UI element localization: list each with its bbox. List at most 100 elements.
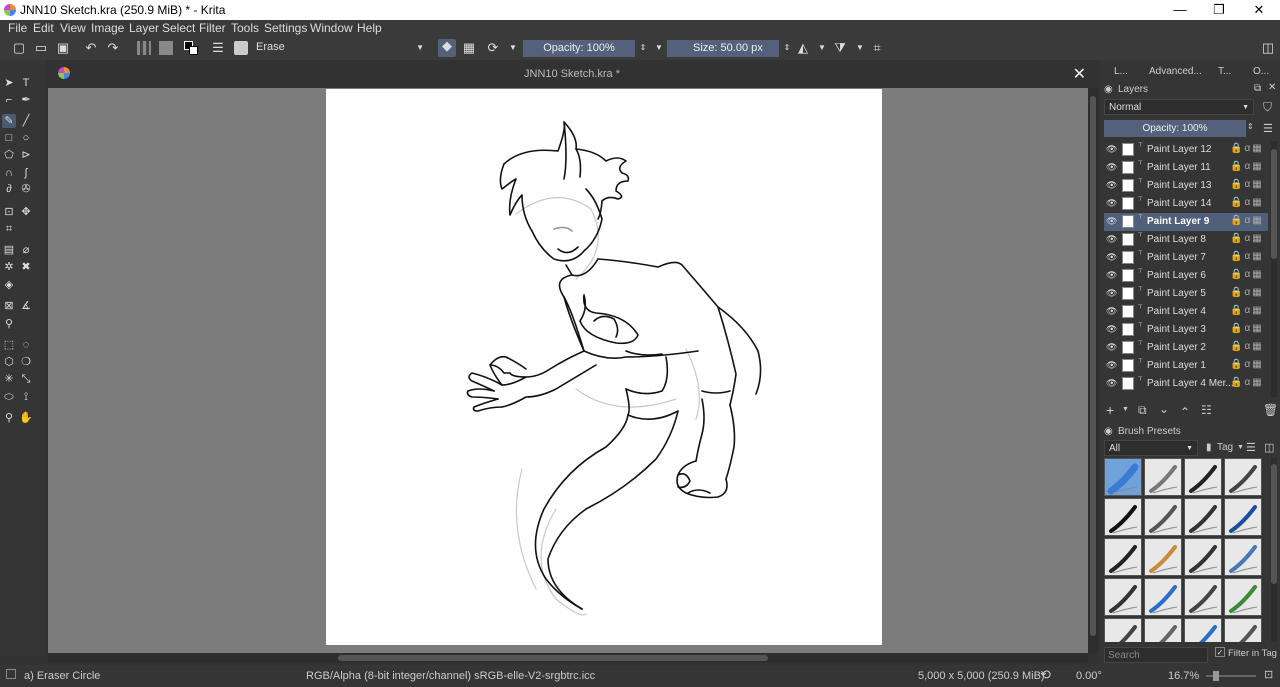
layer-row[interactable]: 👁 ⸆ Paint Layer 1 🔒α▦ bbox=[1104, 357, 1268, 375]
eye-visibility-icon[interactable]: 👁 bbox=[1106, 252, 1117, 262]
drawing-canvas[interactable] bbox=[326, 89, 882, 645]
ellipse-tool-icon[interactable]: ○ bbox=[19, 131, 33, 145]
size-slider[interactable]: Size: 50.00 px bbox=[667, 40, 779, 57]
chevron-down-icon[interactable]: ▼ bbox=[853, 41, 867, 55]
menu-select[interactable]: Select bbox=[162, 21, 195, 35]
calligraphy-icon[interactable]: ✒ bbox=[19, 93, 33, 107]
rect-select-icon[interactable]: ⬚ bbox=[2, 338, 16, 352]
preset-scrollbar[interactable] bbox=[1271, 458, 1277, 642]
layer-row[interactable]: 👁 ⸆ Paint Layer 8 🔒α▦ bbox=[1104, 231, 1268, 249]
layer-flags-icons[interactable]: 🔒α▦ bbox=[1230, 251, 1264, 262]
spinner-arrows-icon[interactable]: ⇕ bbox=[1247, 122, 1254, 131]
maximize-button[interactable]: ❐ bbox=[1209, 2, 1229, 18]
grid-view-icon[interactable]: ◫ bbox=[1264, 441, 1274, 454]
layer-flags-icons[interactable]: 🔒α▦ bbox=[1230, 179, 1264, 190]
chevron-down-icon[interactable]: ▼ bbox=[815, 41, 829, 55]
spinner-arrows-icon[interactable]: ⇕ bbox=[636, 41, 650, 55]
eye-visibility-icon[interactable]: 👁 bbox=[1106, 162, 1117, 172]
eye-visibility-icon[interactable]: 👁 bbox=[1106, 306, 1117, 316]
layer-flags-icons[interactable]: 🔒α▦ bbox=[1230, 377, 1264, 388]
eraser-mode-icon[interactable]: ◆ bbox=[438, 39, 456, 57]
dynamic-brush-icon[interactable]: ∂ bbox=[2, 182, 16, 196]
tag-icon[interactable]: ▮ bbox=[1206, 442, 1212, 453]
crop-tool-icon[interactable]: ⌗ bbox=[2, 222, 16, 236]
list-view-icon[interactable]: ☰ bbox=[1246, 441, 1256, 454]
workspace-icon[interactable]: ◫ bbox=[1261, 41, 1275, 55]
brush-preset-eraser-selected[interactable] bbox=[1104, 458, 1142, 496]
contiguous-select-icon[interactable]: ✳ bbox=[2, 372, 16, 386]
selection-indicator-icon[interactable] bbox=[6, 669, 16, 679]
select-shapes-icon[interactable]: ➤ bbox=[2, 76, 16, 90]
magnetic-select-icon[interactable]: ⟟ bbox=[19, 390, 33, 404]
spinner-arrows-icon[interactable]: ⇕ bbox=[780, 41, 794, 55]
layer-row[interactable]: 👁 ⸆ Paint Layer 6 🔒α▦ bbox=[1104, 267, 1268, 285]
edit-shapes-icon[interactable]: ⌐ bbox=[2, 93, 16, 107]
layer-row[interactable]: 👁 ⸆ Paint Layer 9 🔒α▦ bbox=[1104, 213, 1268, 231]
delete-layer-icon[interactable]: 🗑 bbox=[1263, 403, 1278, 417]
add-layer-icon[interactable]: + bbox=[1106, 402, 1114, 418]
image-size-status[interactable]: 5,000 x 5,000 (250.9 MiB) bbox=[918, 670, 1045, 682]
close-icon[interactable]: ✕ bbox=[1073, 64, 1086, 84]
tab-tool-options[interactable]: T... bbox=[1218, 66, 1231, 77]
rotate-canvas-icon[interactable]: ⟲ bbox=[1040, 667, 1051, 683]
eye-visibility-icon[interactable]: 👁 bbox=[1106, 324, 1117, 334]
menu-window[interactable]: Window bbox=[310, 21, 353, 35]
brush-preset-tile[interactable] bbox=[1184, 618, 1222, 642]
brush-preset-tile[interactable] bbox=[1104, 618, 1142, 642]
undo-icon[interactable]: ↶ bbox=[84, 41, 98, 55]
menu-filter[interactable]: Filter bbox=[199, 21, 226, 35]
reference-images-icon[interactable]: ⚲ bbox=[2, 317, 16, 331]
layer-flags-icons[interactable]: 🔒α▦ bbox=[1230, 269, 1264, 280]
brush-preset-tile[interactable] bbox=[1144, 578, 1182, 616]
layer-opacity-slider[interactable]: Opacity: 100% bbox=[1104, 120, 1246, 137]
smart-patch-icon[interactable]: ✲ bbox=[2, 260, 16, 274]
layer-row[interactable]: 👁 ⸆ Paint Layer 5 🔒α▦ bbox=[1104, 285, 1268, 303]
text-tool-icon[interactable]: T bbox=[19, 76, 33, 90]
chevron-down-icon[interactable]: ▼ bbox=[1237, 444, 1244, 451]
move-layer-down-icon[interactable]: ⌄ bbox=[1159, 402, 1169, 416]
fullscreen-icon[interactable]: ⊡ bbox=[1264, 668, 1273, 681]
ellipse-select-icon[interactable]: ◌ bbox=[19, 338, 33, 352]
brush-preset-tile[interactable] bbox=[1224, 498, 1262, 536]
rotation-status[interactable]: 0.00° bbox=[1076, 670, 1102, 682]
eye-visibility-icon[interactable]: 👁 bbox=[1106, 216, 1117, 226]
gradient-tool-icon[interactable]: ▤ bbox=[2, 243, 16, 257]
brush-preset-tile[interactable] bbox=[1224, 578, 1262, 616]
menu-file[interactable]: File bbox=[8, 21, 27, 35]
tab-layers-short[interactable]: L... bbox=[1114, 66, 1128, 77]
brush-preset-combo[interactable]: Erase ▼ bbox=[252, 40, 428, 57]
layer-flags-icons[interactable]: 🔒α▦ bbox=[1230, 323, 1264, 334]
menu-layer[interactable]: Layer bbox=[129, 21, 159, 35]
layer-list-scrollbar[interactable] bbox=[1271, 141, 1277, 397]
brush-preset-tile[interactable] bbox=[1144, 458, 1182, 496]
close-window-button[interactable]: ✕ bbox=[1249, 2, 1269, 18]
document-tab[interactable]: JNN10 Sketch.kra * ✕ bbox=[46, 64, 1098, 84]
filter-in-tag-checkbox[interactable]: ✓ bbox=[1215, 647, 1225, 657]
similar-select-icon[interactable]: ⤡ bbox=[19, 372, 33, 386]
brush-preset-tile[interactable] bbox=[1184, 458, 1222, 496]
fill-tool-icon[interactable]: ◈ bbox=[2, 278, 16, 292]
layer-flags-icons[interactable]: 🔒α▦ bbox=[1230, 305, 1264, 316]
bezier-tool-icon[interactable]: ∩ bbox=[2, 166, 16, 180]
menu-help[interactable]: Help bbox=[357, 21, 382, 35]
mirror-vertical-icon[interactable]: ⧩ bbox=[833, 41, 847, 55]
brush-search-input[interactable]: Search bbox=[1104, 647, 1208, 663]
chevron-down-icon[interactable]: ▼ bbox=[506, 41, 520, 55]
tab-overview[interactable]: O... bbox=[1253, 66, 1269, 77]
brush-preset-thumbnail-icon[interactable] bbox=[234, 41, 248, 55]
chevron-down-icon[interactable]: ▼ bbox=[652, 41, 666, 55]
filter-icon[interactable]: ⛉ bbox=[1263, 100, 1272, 115]
duplicate-layer-icon[interactable]: ⧉ bbox=[1138, 403, 1147, 418]
move-tool-icon[interactable]: ✥ bbox=[19, 205, 33, 219]
zoom-tool-icon[interactable]: ⚲ bbox=[2, 411, 16, 425]
layer-row[interactable]: 👁 ⸆ Paint Layer 7 🔒α▦ bbox=[1104, 249, 1268, 267]
float-panel-icon[interactable]: ⧉ bbox=[1254, 83, 1261, 94]
assistant-tool-icon[interactable]: ⊠ bbox=[2, 299, 16, 313]
blend-mode-combo[interactable]: Normal ▼ bbox=[1104, 99, 1254, 115]
layer-row[interactable]: 👁 ⸆ Paint Layer 4 🔒α▦ bbox=[1104, 303, 1268, 321]
brush-preset-tile[interactable] bbox=[1104, 578, 1142, 616]
layer-row[interactable]: 👁 ⸆ Paint Layer 3 🔒α▦ bbox=[1104, 321, 1268, 339]
line-tool-icon[interactable]: ╱ bbox=[19, 114, 33, 128]
save-icon[interactable]: ▣ bbox=[56, 41, 70, 55]
layer-flags-icons[interactable]: 🔒α▦ bbox=[1230, 161, 1264, 172]
